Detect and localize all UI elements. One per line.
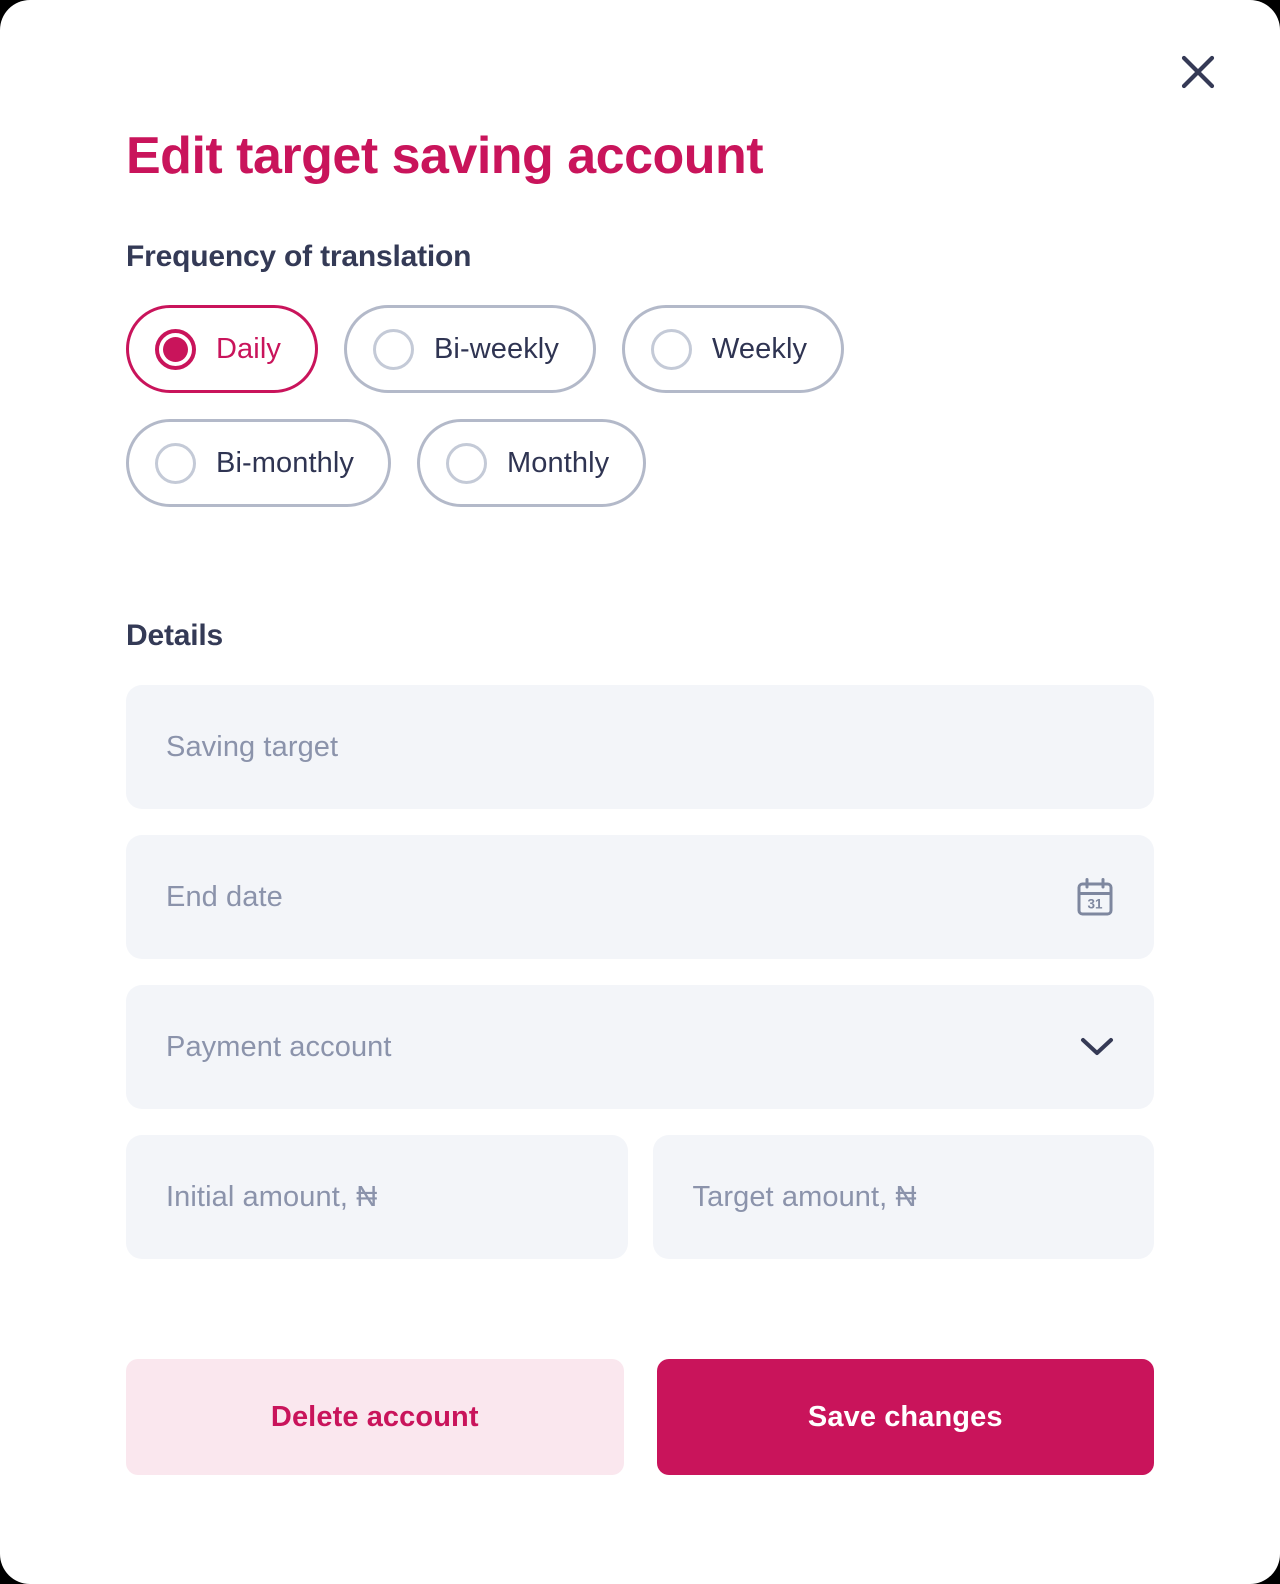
modal-actions: Delete account Save changes (126, 1285, 1154, 1476)
close-button[interactable] (1172, 46, 1224, 98)
frequency-heading: Frequency of translation (126, 240, 472, 274)
calendar-icon[interactable]: 31 (1076, 877, 1114, 917)
frequency-option-group: Daily Bi-weekly Weekly Bi-monthly Monthl… (126, 274, 886, 508)
saving-target-field[interactable]: Saving target (126, 685, 1154, 810)
details-form: Saving target End date 31 Payment accoun… (126, 653, 1154, 1285)
close-icon (1181, 55, 1215, 89)
frequency-option-label: Monthly (507, 446, 610, 479)
frequency-option-monthly[interactable]: Monthly (417, 419, 647, 508)
radio-icon (650, 328, 692, 370)
target-amount-placeholder: Target amount, ₦ (692, 1180, 917, 1213)
saving-target-placeholder: Saving target (166, 730, 339, 763)
edit-target-saving-modal: Edit target saving account Frequency of … (0, 0, 1280, 1584)
frequency-option-label: Bi-monthly (216, 446, 354, 479)
delete-account-button[interactable]: Delete account (126, 1359, 624, 1476)
payment-account-placeholder: Payment account (166, 1030, 392, 1063)
end-date-placeholder: End date (166, 880, 283, 913)
amount-fields-row: Initial amount, ₦ Target amount, ₦ (126, 1135, 1154, 1285)
save-changes-button[interactable]: Save changes (656, 1359, 1154, 1476)
radio-icon (372, 328, 414, 370)
radio-icon (446, 442, 487, 484)
initial-amount-field[interactable]: Initial amount, ₦ (126, 1135, 628, 1260)
frequency-option-label: Bi-weekly (433, 332, 559, 365)
details-heading: Details (126, 619, 223, 653)
target-amount-field[interactable]: Target amount, ₦ (652, 1135, 1154, 1260)
frequency-option-bi-weekly[interactable]: Bi-weekly (343, 305, 596, 394)
frequency-option-label: Daily (216, 332, 281, 365)
radio-icon (155, 328, 196, 370)
frequency-option-daily[interactable]: Daily (126, 305, 318, 394)
payment-account-field[interactable]: Payment account (126, 985, 1154, 1110)
initial-amount-placeholder: Initial amount, ₦ (166, 1180, 378, 1213)
page-title: Edit target saving account (126, 127, 764, 185)
frequency-option-weekly[interactable]: Weekly (621, 305, 845, 394)
frequency-option-label: Weekly (711, 332, 808, 365)
svg-text:31: 31 (1087, 897, 1103, 912)
chevron-down-icon[interactable] (1080, 1036, 1114, 1058)
frequency-option-bi-monthly[interactable]: Bi-monthly (126, 419, 391, 508)
end-date-field[interactable]: End date 31 (126, 835, 1154, 960)
radio-icon (155, 442, 196, 484)
